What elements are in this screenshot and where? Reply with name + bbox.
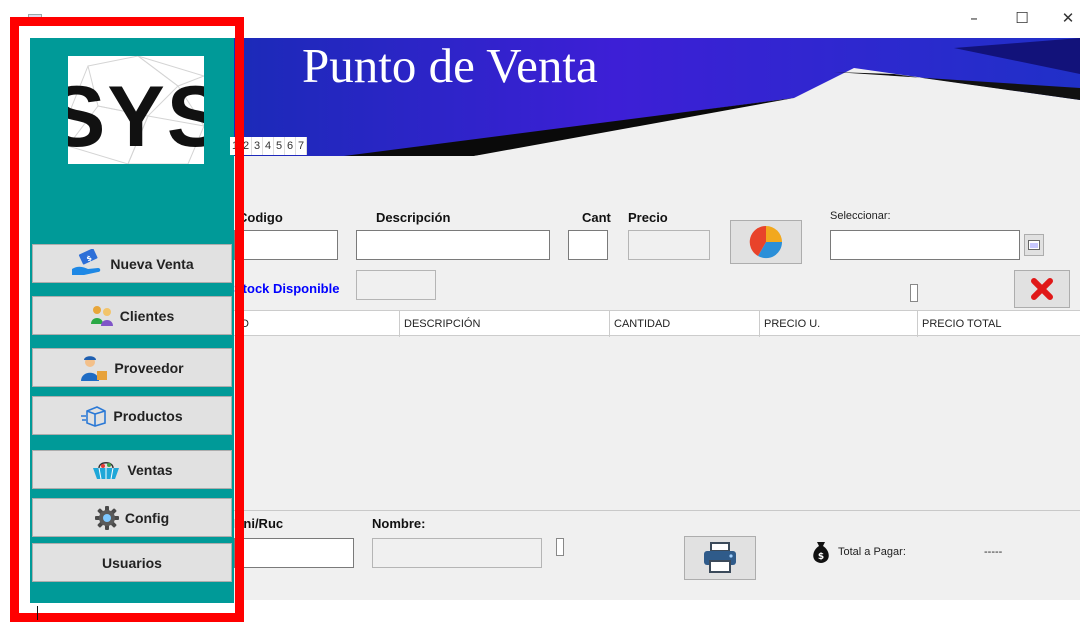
total-value: -----: [984, 546, 1003, 558]
tab-2[interactable]: 2: [241, 137, 252, 155]
app-window: – ☐ ✕ Punto de Venta 1 2 3 4 5 6 7 Codig…: [0, 0, 1080, 626]
dni-ruc-input[interactable]: [234, 538, 354, 568]
dni-ruc-label: Dni/Ruc: [234, 516, 284, 531]
column-precio-total[interactable]: PRECIO TOTAL: [918, 311, 1080, 337]
table-header: ID DESCRIPCIÓN CANTIDAD PRECIO U. PRECIO…: [234, 310, 1080, 337]
svg-text:$: $: [818, 552, 824, 562]
sidebar: SYST $ Nueva Venta Cliente: [30, 38, 234, 603]
text-cursor: [37, 606, 38, 620]
column-id[interactable]: ID: [234, 311, 400, 337]
proveedor-button[interactable]: Proveedor: [32, 348, 232, 387]
tab-4[interactable]: 4: [263, 137, 274, 155]
minimize-button[interactable]: –: [962, 8, 986, 28]
nombre-label: Nombre:: [372, 516, 426, 531]
ventas-label: Ventas: [127, 461, 173, 478]
close-button[interactable]: ✕: [1056, 8, 1080, 28]
logo-text: SYST: [68, 69, 204, 164]
tab-1[interactable]: 1: [230, 137, 241, 155]
column-precio-u[interactable]: PRECIO U.: [760, 311, 918, 337]
bottom-strip: [234, 600, 1080, 626]
proveedor-label: Proveedor: [114, 359, 184, 376]
pie-chart-icon: [749, 225, 783, 259]
codigo-input[interactable]: [234, 230, 338, 260]
maximize-button[interactable]: ☐: [1010, 8, 1034, 28]
nueva-venta-button[interactable]: $ Nueva Venta: [32, 244, 232, 283]
config-button[interactable]: Config: [32, 498, 232, 537]
small-checkbox-2[interactable]: [556, 538, 564, 556]
tab-6[interactable]: 6: [285, 137, 296, 155]
tab-strip: 1 2 3 4 5 6 7: [230, 137, 307, 155]
clientes-button[interactable]: Clientes: [32, 296, 232, 335]
logo: SYST: [68, 56, 204, 164]
cant-label: Cant: [582, 210, 611, 225]
seleccionar-label: Seleccionar:: [830, 210, 891, 222]
seleccionar-input[interactable]: [830, 230, 1020, 260]
precio-label: Precio: [628, 210, 668, 225]
cant-input[interactable]: [568, 230, 608, 260]
app-icon: [28, 14, 42, 24]
calendar-icon: [1028, 240, 1040, 250]
delivery-man-icon: [80, 355, 108, 381]
delete-x-icon: [1031, 278, 1053, 300]
config-label: Config: [124, 509, 170, 526]
calendar-button[interactable]: [1024, 234, 1044, 256]
printer-icon: [704, 542, 736, 573]
productos-button[interactable]: Productos: [32, 396, 232, 435]
divider: [234, 510, 1080, 511]
clientes-label: Clientes: [119, 307, 175, 324]
total-label: Total a Pagar:: [838, 546, 906, 558]
stock-input: [356, 270, 436, 300]
chart-button[interactable]: [730, 220, 802, 264]
box-icon: [81, 405, 107, 427]
tab-7[interactable]: 7: [296, 137, 307, 155]
people-icon: [90, 304, 114, 328]
column-cantidad[interactable]: CANTIDAD: [610, 311, 760, 337]
codigo-label: Codigo: [238, 210, 283, 225]
column-descripcion[interactable]: DESCRIPCIÓN: [400, 311, 610, 337]
nueva-venta-label: Nueva Venta: [110, 255, 194, 272]
gear-icon: [94, 505, 119, 530]
usuarios-button[interactable]: Usuarios: [32, 543, 232, 582]
usuarios-label: Usuarios: [102, 554, 162, 571]
descripcion-input[interactable]: [356, 230, 550, 260]
tab-5[interactable]: 5: [274, 137, 285, 155]
money-bag-icon: $: [810, 540, 832, 568]
precio-input[interactable]: [628, 230, 710, 260]
sale-form-panel: Codigo Descripción Cant Precio Seleccion…: [234, 156, 1080, 600]
nombre-input[interactable]: [372, 538, 542, 568]
small-checkbox[interactable]: [910, 284, 918, 302]
stock-label: Stock Disponible: [234, 281, 340, 296]
ventas-button[interactable]: Ventas: [32, 450, 232, 489]
print-button[interactable]: [684, 536, 756, 580]
productos-label: Productos: [113, 407, 183, 424]
tab-3[interactable]: 3: [252, 137, 263, 155]
basket-icon: [91, 460, 121, 480]
delete-button[interactable]: [1014, 270, 1070, 308]
descripcion-label: Descripción: [376, 210, 451, 225]
header-banner: Punto de Venta: [234, 38, 1080, 156]
page-title: Punto de Venta: [302, 38, 598, 93]
products-table: ID DESCRIPCIÓN CANTIDAD PRECIO U. PRECIO…: [234, 310, 1080, 510]
money-hand-icon: $: [70, 248, 104, 279]
